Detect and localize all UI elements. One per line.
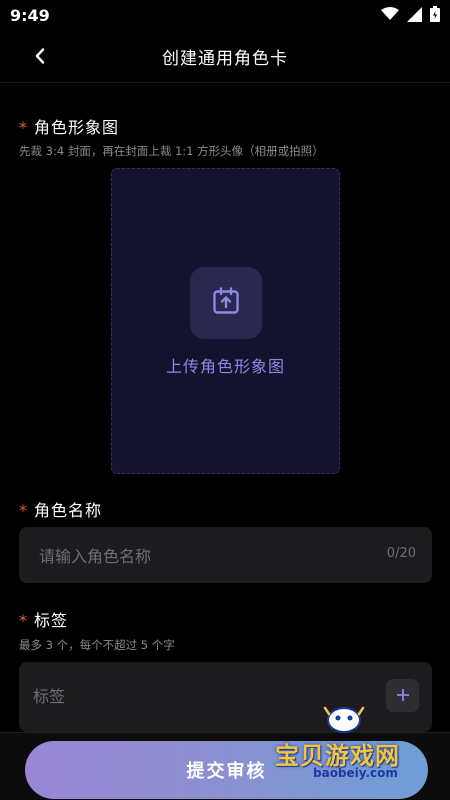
page-title: 创建通用角色卡: [162, 49, 288, 69]
name-label-text: 角色名称: [34, 501, 103, 520]
upload-icon: [211, 286, 241, 320]
name-char-counter: 0/20: [386, 546, 416, 561]
status-bar: 9:49: [0, 0, 450, 32]
tag-section-label: * 标签: [19, 607, 68, 631]
image-section-label: * 角色形象图: [19, 114, 119, 138]
battery-icon: [430, 6, 440, 22]
signal-icon: [407, 6, 422, 22]
required-mark: *: [19, 611, 28, 630]
nav-bar: 创建通用角色卡: [0, 32, 450, 83]
watermark-url: baobeiy.com: [313, 766, 398, 780]
wifi-icon: [381, 7, 399, 21]
image-upload-area[interactable]: 上传角色形象图: [111, 168, 340, 474]
upload-label: 上传角色形象图: [165, 357, 285, 376]
watermark: 宝贝游戏网 baobeiy.com: [275, 702, 445, 792]
tag-hint: 最多 3 个，每个不超过 5 个字: [19, 638, 175, 652]
tag-label-text: 标签: [34, 611, 69, 630]
upload-icon-tile: [190, 267, 262, 339]
status-icons: [381, 6, 440, 22]
page: 9:49 创建通用角色卡 * 角色形象图 先裁 3:4 封面，再在封面上裁 1:1…: [0, 0, 450, 800]
required-mark: *: [19, 118, 28, 137]
name-section-label: * 角色名称: [19, 497, 102, 521]
image-hint: 先裁 3:4 封面，再在封面上裁 1:1 方形头像（相册或拍照）: [19, 144, 324, 158]
status-time: 9:49: [10, 6, 50, 25]
gamepad-mascot-icon: [321, 702, 367, 736]
image-label-text: 角色形象图: [34, 118, 120, 137]
required-mark: *: [19, 501, 28, 520]
name-input[interactable]: [37, 527, 361, 585]
name-field: 0/20: [19, 527, 432, 585]
